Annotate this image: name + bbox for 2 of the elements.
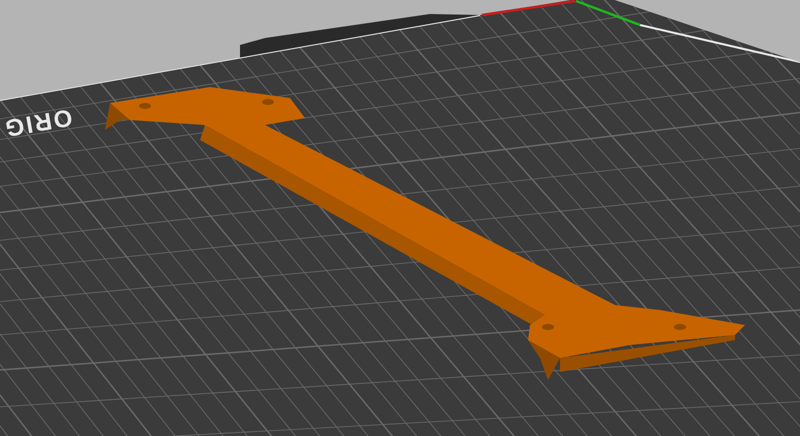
bed-label: ORIG bbox=[0, 102, 75, 144]
y-axis-line bbox=[576, 0, 640, 26]
